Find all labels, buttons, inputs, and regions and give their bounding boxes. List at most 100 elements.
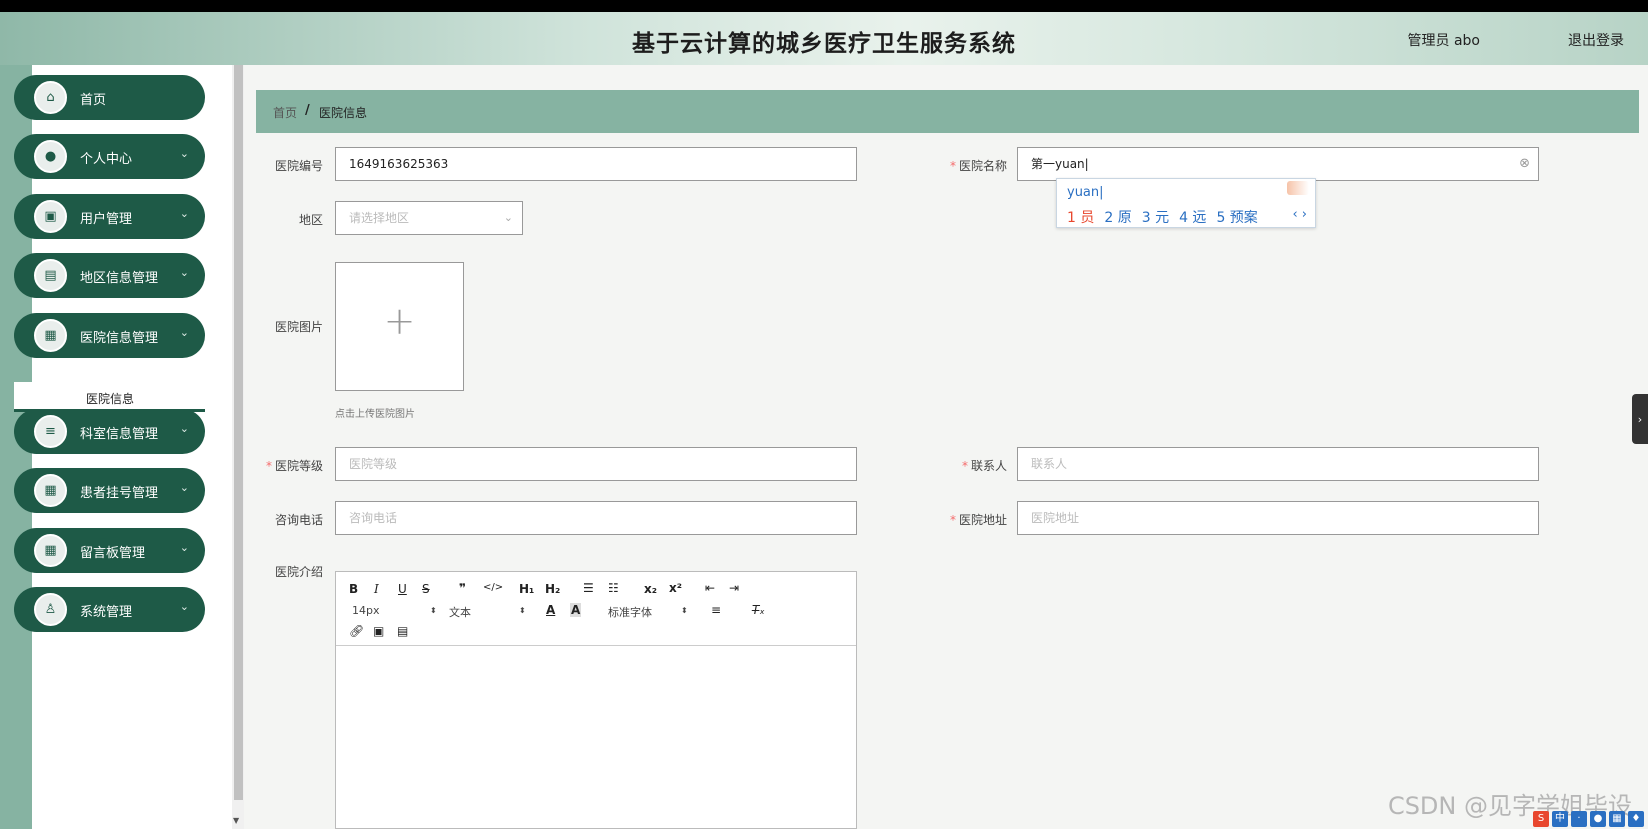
required-mark: * bbox=[949, 159, 956, 173]
sidebar-item-label: 地区信息管理 bbox=[80, 271, 159, 286]
region-label: 地区 bbox=[298, 213, 323, 227]
chevron-down-icon: ⌄ bbox=[503, 211, 513, 224]
collapse-tab-icon[interactable]: › bbox=[1632, 394, 1648, 444]
outdent-icon[interactable]: ⇤ bbox=[705, 581, 715, 595]
breadcrumb-current: 医院信息 bbox=[319, 106, 368, 120]
app-screen: 基于云计算的城乡医疗卫生服务系统 管理员 abo 退出登录 ▼ ⌂ 首页 ● 个人中心… bbox=[0, 12, 1648, 829]
ime-candidate[interactable]: 2 原 bbox=[1104, 210, 1131, 226]
briefcase-icon: ▣ bbox=[34, 200, 67, 233]
blockquote-icon[interactable]: ❞ bbox=[459, 581, 466, 595]
top-header: 基于云计算的城乡医疗卫生服务系统 管理员 abo 退出登录 bbox=[0, 12, 1648, 65]
clipboard-icon: ▤ bbox=[34, 259, 67, 292]
hospital-no-label: 医院编号 bbox=[274, 159, 323, 173]
font-color-icon[interactable]: A bbox=[546, 603, 555, 617]
sidebar-item-label: 用户管理 bbox=[80, 212, 133, 227]
hospital-level-input[interactable]: 医院等级 bbox=[335, 447, 857, 481]
sidebar-item-7[interactable]: ▦ 患者挂号管理 ⌄ bbox=[14, 468, 205, 513]
sidebar-item-2[interactable]: ● 个人中心 ⌄ bbox=[14, 134, 205, 179]
chevron-down-icon: ⌄ bbox=[179, 207, 189, 220]
grid-icon: ▦ bbox=[34, 474, 67, 507]
font-size-select[interactable]: 14px ⬍ bbox=[352, 604, 437, 617]
image-upload-box[interactable]: + bbox=[335, 262, 464, 391]
phone-input[interactable]: 咨询电话 bbox=[335, 501, 857, 535]
ordered-list-icon[interactable]: ☰ bbox=[583, 581, 594, 595]
app-title: 基于云计算的城乡医疗卫生服务系统 bbox=[632, 31, 1016, 57]
chevron-down-icon: ⌄ bbox=[179, 600, 189, 613]
home-icon: ⌂ bbox=[34, 81, 67, 114]
font-family-value: 标准字体 bbox=[608, 606, 652, 619]
ime-page-nav[interactable]: ‹ › bbox=[1292, 207, 1307, 222]
sidebar-item-9[interactable]: ♙ 系统管理 ⌄ bbox=[14, 587, 205, 632]
hospital-level-label: * 医院等级 bbox=[265, 459, 323, 473]
sidebar-item-label: 科室信息管理 bbox=[80, 427, 159, 442]
h1-icon[interactable]: H₁ bbox=[519, 582, 534, 596]
sidebar-scrollbar[interactable]: ▼ bbox=[232, 65, 244, 829]
editor-toolbar: B I U S ❞ </> H₁ H₂ ☰ ☷ x₂ x² ⇤ ⇥ 14px ⬍ … bbox=[336, 572, 856, 646]
submenu-item-hospital-info[interactable]: 医院信息 bbox=[14, 382, 205, 412]
logout-link[interactable]: 退出登录 bbox=[1568, 30, 1624, 50]
required-mark: * bbox=[961, 459, 968, 473]
bold-icon[interactable]: B bbox=[349, 582, 358, 596]
skin-icon[interactable]: ♦ bbox=[1628, 811, 1644, 827]
contact-input[interactable]: 联系人 bbox=[1017, 447, 1539, 481]
text-type-select[interactable]: 文本 ⬍ bbox=[449, 604, 529, 620]
underline-icon[interactable]: U bbox=[398, 582, 407, 596]
sidebar-item-8[interactable]: ▦ 留言板管理 ⌄ bbox=[14, 528, 205, 573]
superscript-icon[interactable]: x² bbox=[669, 581, 682, 595]
mic-icon[interactable]: ● bbox=[1590, 811, 1606, 827]
select-arrows-icon: ⬍ bbox=[430, 606, 437, 615]
select-arrows-icon: ⬍ bbox=[681, 606, 688, 615]
subscript-icon[interactable]: x₂ bbox=[644, 582, 657, 596]
font-family-select[interactable]: 标准字体 ⬍ bbox=[608, 604, 693, 620]
sidebar-item-5[interactable]: ▦ 医院信息管理 ⌄ bbox=[14, 313, 205, 358]
chevron-down-icon: ⌄ bbox=[179, 481, 189, 494]
clear-format-icon[interactable]: T̶ₓ bbox=[752, 603, 765, 617]
ime-candidate[interactable]: 3 元 bbox=[1142, 210, 1169, 226]
address-input[interactable]: 医院地址 bbox=[1017, 501, 1539, 535]
sogou-icon[interactable]: S bbox=[1533, 811, 1549, 827]
ime-candidate[interactable]: 1 员 bbox=[1067, 210, 1094, 226]
sidebar-item-label: 个人中心 bbox=[80, 152, 133, 167]
intro-label: 医院介绍 bbox=[274, 565, 323, 579]
sidebar-item-3[interactable]: ▣ 用户管理 ⌄ bbox=[14, 194, 205, 239]
scroll-down-arrow[interactable]: ▼ bbox=[233, 816, 239, 825]
breadcrumb: 首页 / 医院信息 bbox=[256, 90, 1639, 133]
select-arrows-icon: ⬍ bbox=[519, 606, 526, 615]
sidebar-item-label: 留言板管理 bbox=[80, 546, 146, 561]
sidebar-item-6[interactable]: ≡ 科室信息管理 ⌄ bbox=[14, 409, 205, 454]
align-icon[interactable]: ≡ bbox=[711, 603, 721, 617]
hospital-image-label: 医院图片 bbox=[274, 320, 323, 334]
keyboard-icon[interactable]: ▦ bbox=[1609, 811, 1625, 827]
region-select[interactable]: 请选择地区 ⌄ bbox=[335, 201, 523, 235]
chinese-mode-icon[interactable]: 中 bbox=[1552, 811, 1568, 827]
indent-icon[interactable]: ⇥ bbox=[729, 581, 739, 595]
sidebar-item-1[interactable]: ⌂ 首页 bbox=[14, 75, 205, 120]
hospital-name-value: 第一yuan bbox=[1031, 157, 1085, 171]
grid-icon: ▦ bbox=[34, 319, 67, 352]
ime-candidate[interactable]: 5 预案 bbox=[1216, 210, 1257, 226]
breadcrumb-home[interactable]: 首页 bbox=[273, 104, 297, 121]
code-icon[interactable]: </> bbox=[483, 582, 503, 593]
sidebar-item-label: 患者挂号管理 bbox=[80, 486, 159, 501]
image-icon[interactable]: ▣ bbox=[373, 624, 384, 638]
ime-candidate[interactable]: 4 远 bbox=[1179, 210, 1206, 226]
punctuation-icon[interactable]: · bbox=[1571, 811, 1587, 827]
scrollbar-thumb[interactable] bbox=[234, 65, 243, 800]
breadcrumb-separator: / bbox=[305, 103, 310, 118]
person-icon: ♙ bbox=[34, 593, 67, 626]
bullet-list-icon[interactable]: ☷ bbox=[608, 581, 619, 595]
rich-text-editor[interactable]: B I U S ❞ </> H₁ H₂ ☰ ☷ x₂ x² ⇤ ⇥ 14px ⬍ … bbox=[335, 571, 857, 829]
font-size-value: 14px bbox=[352, 604, 380, 617]
italic-icon[interactable]: I bbox=[374, 582, 379, 596]
background-color-icon[interactable]: A bbox=[570, 603, 582, 617]
user-icon: ● bbox=[34, 140, 67, 173]
h2-icon[interactable]: H₂ bbox=[545, 582, 560, 596]
link-icon[interactable]: 🔗︎ bbox=[349, 624, 364, 638]
sidebar-item-4[interactable]: ▤ 地区信息管理 ⌄ bbox=[14, 253, 205, 298]
hospital-no-input[interactable]: 1649163625363 bbox=[335, 147, 857, 181]
hospital-name-input[interactable]: 第一yuan| ⊗ bbox=[1017, 147, 1539, 181]
video-icon[interactable]: ▤ bbox=[397, 624, 408, 638]
clear-icon[interactable]: ⊗ bbox=[1519, 148, 1530, 180]
phone-label: 咨询电话 bbox=[274, 513, 323, 527]
strike-icon[interactable]: S bbox=[422, 582, 430, 596]
